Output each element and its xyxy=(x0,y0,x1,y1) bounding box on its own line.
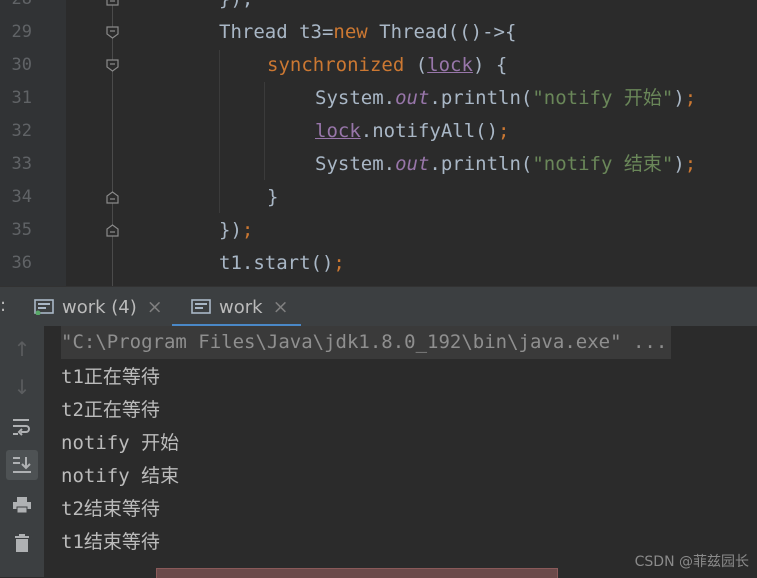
code-line[interactable]: 36 t1.start(); xyxy=(0,247,757,280)
code-line[interactable]: 31 System.out.println("notify 开始"); xyxy=(0,82,757,115)
code-text: t1.start(); xyxy=(219,252,345,274)
down-arrow-icon[interactable]: ↓ xyxy=(6,372,38,402)
code-line[interactable]: 29 Thread t3=new Thread(()->{ xyxy=(0,16,757,49)
line-number: 34 xyxy=(11,187,32,207)
line-number: 35 xyxy=(11,220,32,240)
code-text: } xyxy=(267,186,279,208)
line-number: 33 xyxy=(11,154,32,174)
code-text: }); xyxy=(219,0,253,16)
console-output[interactable]: "C:\Program Files\Java\jdk1.8.0_192\bin\… xyxy=(44,326,757,577)
line-number: 28 xyxy=(0,0,32,16)
code-text: System.out.println("notify 开始"); xyxy=(315,87,697,109)
output-line: t1结束等待 xyxy=(61,531,160,553)
watermark: CSDN @菲兹园长 xyxy=(634,554,749,570)
code-line[interactable]: 35}); xyxy=(0,214,757,247)
fold-icon[interactable] xyxy=(106,59,119,72)
tab-run-work-4[interactable]: work (4) × xyxy=(34,287,163,327)
run-tool-window-header: : work (4) × work × xyxy=(0,286,757,327)
output-line: notify 开始 xyxy=(61,432,180,454)
console-toolbar: ↑ ↓ xyxy=(0,326,44,577)
line-number: 29 xyxy=(11,22,32,42)
run-command-line: "C:\Program Files\Java\jdk1.8.0_192\bin\… xyxy=(61,326,672,359)
code-text: Thread t3=new Thread(()->{ xyxy=(219,21,517,43)
up-arrow-icon[interactable]: ↑ xyxy=(6,334,38,364)
code-line[interactable]: 32 lock.notifyAll(); xyxy=(0,115,757,148)
output-line: notify 结束 xyxy=(61,465,180,487)
fold-icon[interactable] xyxy=(106,191,119,204)
run-label: : xyxy=(0,295,7,316)
line-number: 32 xyxy=(11,121,32,141)
close-icon[interactable]: × xyxy=(147,296,163,318)
code-text: lock.notifyAll(); xyxy=(315,120,510,142)
close-icon[interactable]: × xyxy=(273,296,289,318)
tab-label: work (4) xyxy=(62,296,137,318)
output-line: t2正在等待 xyxy=(61,399,160,421)
tab-run-work[interactable]: work × xyxy=(191,287,288,327)
fold-icon[interactable] xyxy=(106,224,119,237)
code-line[interactable]: 30 synchronized (lock) { xyxy=(0,49,757,82)
trash-icon[interactable] xyxy=(6,528,38,558)
soft-wrap-icon[interactable] xyxy=(6,412,38,442)
print-icon[interactable] xyxy=(6,490,38,520)
fold-icon[interactable] xyxy=(106,26,119,39)
code-text: synchronized (lock) { xyxy=(267,54,508,76)
line-number: 36 xyxy=(11,253,32,273)
code-text: System.out.println("notify 结束"); xyxy=(315,153,697,175)
code-line[interactable]: 33 System.out.println("notify 结束"); xyxy=(0,148,757,181)
code-line[interactable]: 34} xyxy=(0,181,757,214)
code-editor[interactable]: 28}); 29 Thread t3=new Thread(()->{ 30 synch… xyxy=(0,0,757,286)
tab-label: work xyxy=(219,296,263,318)
line-number: 30 xyxy=(11,55,32,75)
output-line: t1正在等待 xyxy=(61,366,160,388)
line-number: 31 xyxy=(11,88,32,108)
code-text: }); xyxy=(219,219,254,241)
scroll-to-end-icon[interactable] xyxy=(6,450,38,480)
console-icon xyxy=(34,299,54,316)
console-icon xyxy=(191,299,211,315)
output-line: t2结束等待 xyxy=(61,498,160,520)
fold-icon[interactable] xyxy=(106,0,119,6)
code-line[interactable]: 28}); xyxy=(0,0,757,16)
